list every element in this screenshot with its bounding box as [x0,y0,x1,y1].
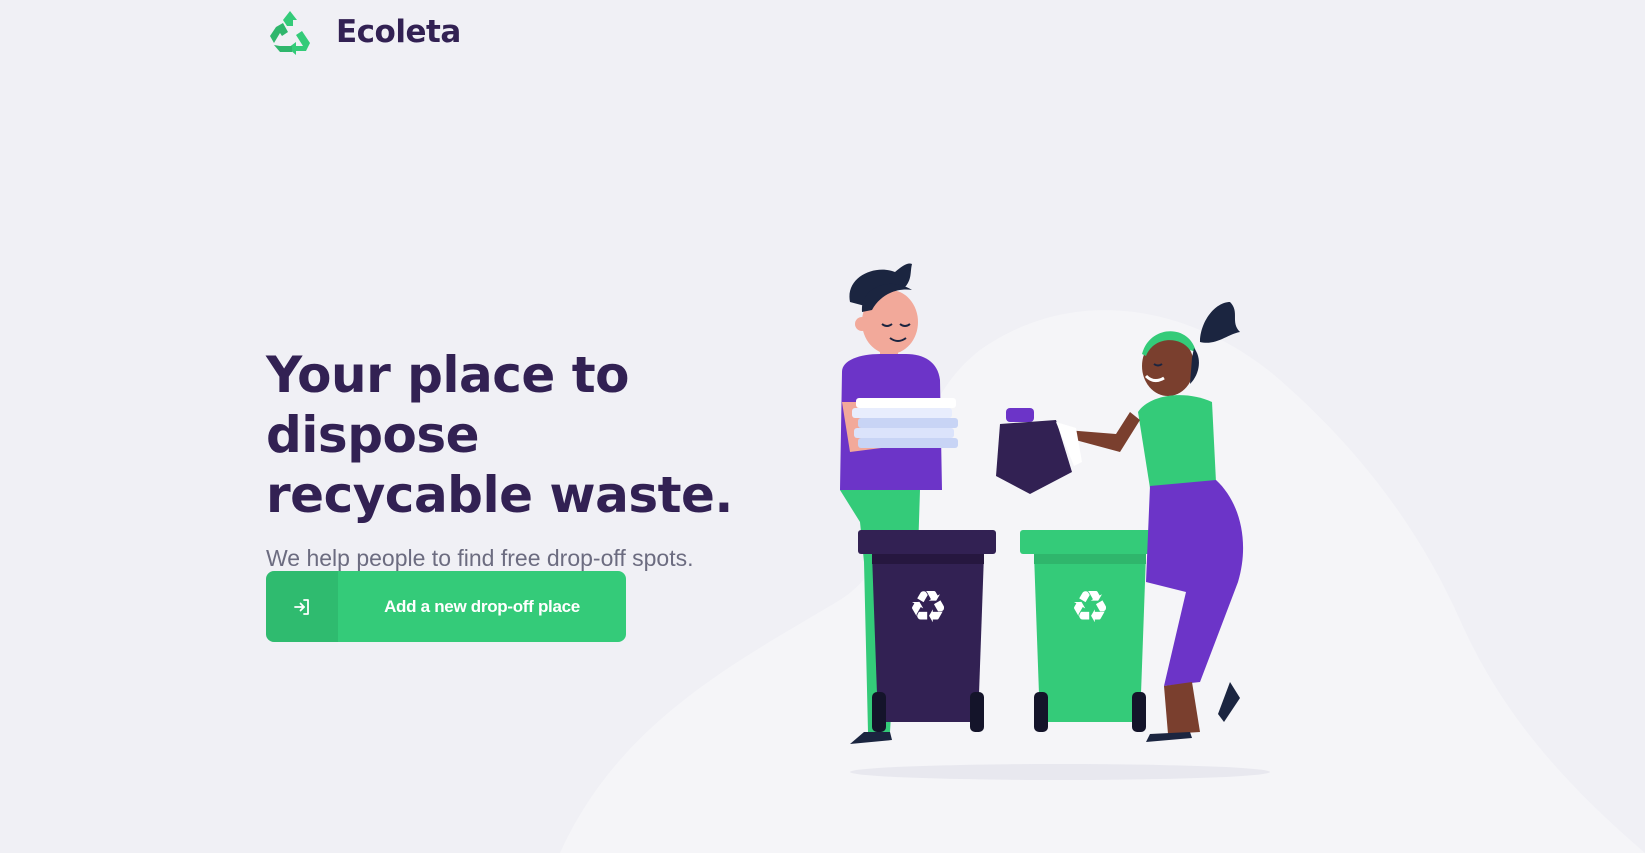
people-recycling-illustration: ♻ ♻ [840,263,1270,780]
headline-line-1: Your place to dispose [266,346,630,464]
jug [996,408,1082,494]
dark-recycling-bin: ♻ [858,530,996,732]
cta-icon-box[interactable] [266,571,338,642]
brand-name[interactable]: Ecoleta [336,14,461,50]
recycle-icon[interactable] [266,8,314,56]
cta-label[interactable]: Add a new drop-off place [338,597,626,617]
green-recycling-bin: ♻ [1020,530,1158,732]
add-drop-off-place-button[interactable]: Add a new drop-off place [266,571,626,642]
hero: Your place to dispose recycable waste. W… [266,345,846,572]
log-in-icon [294,598,309,615]
svg-text:♻: ♻ [908,582,947,633]
headline-line-2: recycable waste. [266,466,733,524]
svg-text:♻: ♻ [1070,582,1109,633]
header: Ecoleta [266,8,461,56]
hero-subtitle: We help people to find free drop-off spo… [266,545,694,571]
hero-headline: Your place to dispose recycable waste. [266,345,846,525]
